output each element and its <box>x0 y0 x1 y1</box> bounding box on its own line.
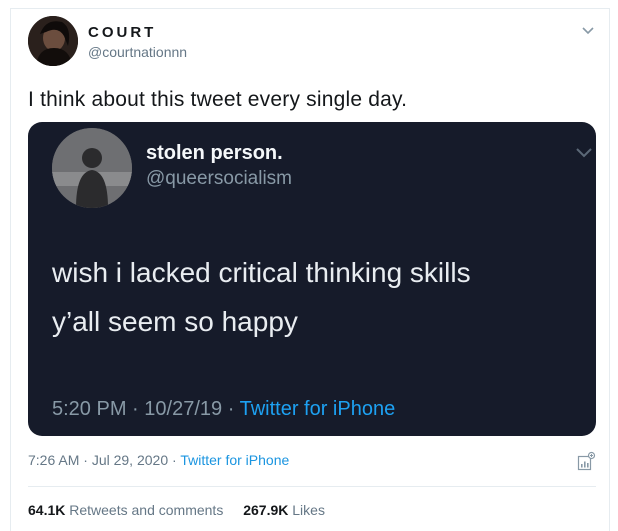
avatar-image <box>28 16 78 66</box>
embedded-time: 5:20 PM <box>52 398 127 420</box>
embedded-handle: @queersocialism <box>146 168 293 189</box>
author-handle[interactable]: @courtnationnn <box>88 44 187 60</box>
embedded-separator: · <box>227 398 235 420</box>
embedded-line: wish i lacked critical thinking skills <box>52 257 471 288</box>
retweets-count: 64.1K <box>28 502 66 518</box>
meta-separator: · <box>83 452 88 468</box>
retweets-label: Retweets and comments <box>69 502 224 518</box>
tweet-meta: 7:26 AM · Jul 29, 2020 · Twitter for iPh… <box>28 452 289 468</box>
embedded-tweet-image[interactable]: stolen person. @queersocialism wish i la… <box>28 122 596 436</box>
author-avatar[interactable] <box>28 16 78 66</box>
embedded-display-name: stolen person. <box>146 142 283 164</box>
analytics-icon[interactable] <box>576 451 596 471</box>
tweet-text: I think about this tweet every single da… <box>28 88 408 111</box>
embedded-line: y’all seem so happy <box>52 306 298 337</box>
tweet-time[interactable]: 7:26 AM <box>28 452 79 468</box>
likes-count: 267.9K <box>243 502 289 518</box>
embedded-source: Twitter for iPhone <box>239 398 396 420</box>
likes-label: Likes <box>292 502 325 518</box>
divider <box>28 486 596 487</box>
embedded-meta: 5:20 PM · 10/27/19 · Twitter for iPhone <box>52 398 395 421</box>
embedded-chevron-down-icon <box>574 144 594 160</box>
embedded-avatar <box>52 128 132 208</box>
tweet-date[interactable]: Jul 29, 2020 <box>92 452 168 468</box>
embedded-tweet-text: wish i lacked critical thinking skills y… <box>52 248 572 346</box>
meta-separator: · <box>172 452 177 468</box>
embedded-date: 10/27/19 <box>144 398 223 420</box>
embedded-separator: · <box>132 398 139 420</box>
likes-stat[interactable]: 267.9K Likes <box>243 502 325 518</box>
retweets-stat[interactable]: 64.1K Retweets and comments <box>28 502 227 518</box>
tweet-source-link[interactable]: Twitter for iPhone <box>180 452 289 468</box>
tweet-stats: 64.1K Retweets and comments 267.9K Likes <box>28 502 341 518</box>
chevron-down-icon[interactable] <box>580 22 596 38</box>
author-display-name[interactable]: COURT <box>88 24 156 41</box>
